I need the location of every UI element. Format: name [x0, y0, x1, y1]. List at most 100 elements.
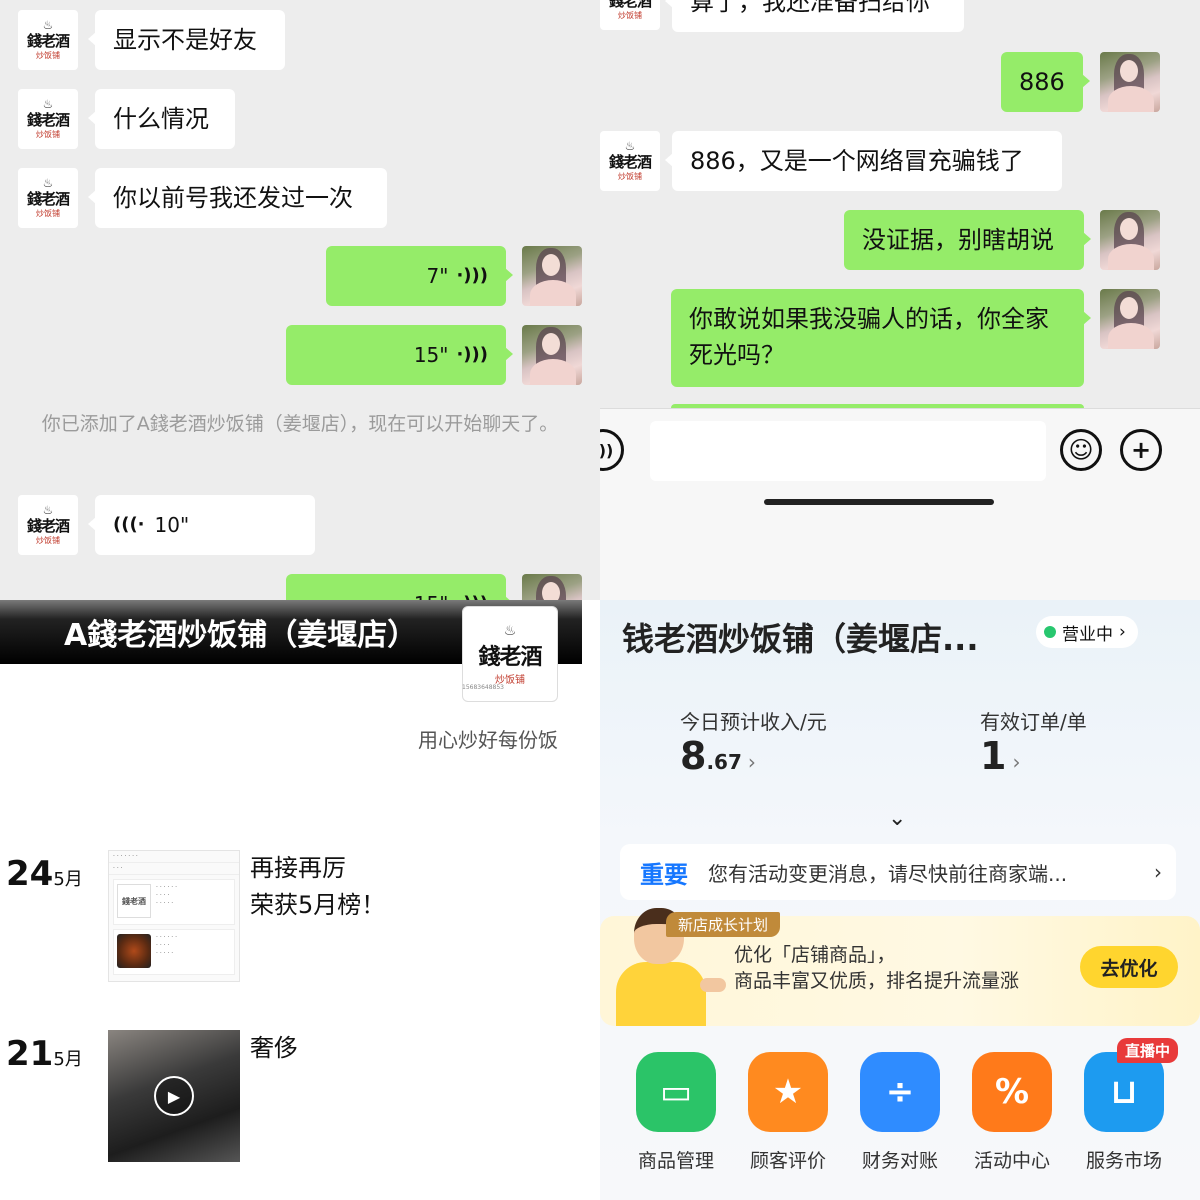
- emoji-button[interactable]: ☺: [1060, 429, 1102, 471]
- avatar-logo-script: 炒饭铺: [36, 209, 60, 218]
- flame-icon: ♨: [624, 139, 636, 153]
- voice-wave-icon: (((·: [113, 514, 145, 535]
- service-label: 活动中心: [973, 1150, 1050, 1172]
- avatar-logo-text: 錢老酒: [26, 517, 70, 535]
- service-market[interactable]: ⊔ 直播中 服务市场: [1074, 1038, 1178, 1173]
- shop-avatar[interactable]: ♨ 錢老酒 炒饭铺: [600, 0, 660, 30]
- avatar-logo-script: 炒饭铺: [618, 172, 642, 181]
- message-text: 886，又是一个网络冒充骗钱了: [690, 147, 1024, 175]
- avatar-logo-script: 炒饭铺: [36, 130, 60, 139]
- plus-icon: +: [1130, 436, 1152, 464]
- chat-bubble-incoming[interactable]: 什么情况: [88, 89, 235, 149]
- message-input[interactable]: [650, 421, 1046, 481]
- post-text[interactable]: 再接再厉 荣获5月榜！: [250, 850, 385, 924]
- profile-phone: 15683648853: [462, 684, 504, 691]
- chat-bubble-incoming[interactable]: 你以前号我还发过一次: [88, 168, 387, 228]
- live-badge: 直播中: [1116, 1038, 1178, 1063]
- shopping-bag-icon: ▭: [636, 1052, 716, 1132]
- avatar-logo-script: 炒饭铺: [36, 536, 60, 545]
- notice-tag: 重要: [640, 860, 688, 889]
- profile-signature: 用心炒好每份饭: [418, 728, 558, 752]
- service-finance[interactable]: ÷ 财务对账: [850, 1052, 950, 1173]
- shop-avatar[interactable]: ♨ 錢老酒 炒饭铺: [18, 495, 78, 555]
- growth-line: 商品丰富又优质，排名提升流量涨: [734, 970, 1020, 992]
- user-avatar[interactable]: [522, 325, 582, 385]
- chat-bubble-outgoing[interactable]: 你敢说如果我没骗人的话，你全家死光吗？: [671, 289, 1091, 387]
- home-indicator[interactable]: [764, 499, 994, 505]
- voice-mode-button[interactable]: ·)): [600, 429, 624, 471]
- shop-avatar[interactable]: ♨ 錢老酒 炒饭铺: [600, 131, 660, 191]
- business-status-pill[interactable]: 营业中 ›: [1036, 616, 1138, 648]
- service-label: 财务对账: [861, 1150, 938, 1172]
- play-icon[interactable]: ▶: [154, 1076, 194, 1116]
- post-day: 21: [6, 1034, 54, 1074]
- voice-message-incoming[interactable]: (((· 10": [88, 495, 315, 555]
- voice-wave-icon: ·))): [456, 265, 488, 286]
- voice-message-outgoing[interactable]: 7" ·))): [326, 246, 513, 306]
- user-avatar[interactable]: [522, 246, 582, 306]
- chat-bubble-outgoing[interactable]: 886: [1001, 52, 1090, 112]
- system-message: 你已添加了A錢老酒炒饭铺（姜堰店），现在可以开始聊天了。: [41, 413, 559, 435]
- shop-avatar[interactable]: ♨ 錢老酒 炒饭铺: [18, 10, 78, 70]
- avatar-logo-text: 錢老酒: [608, 0, 652, 10]
- expand-chevron-icon[interactable]: ⌄: [888, 806, 906, 831]
- message-text: 你以前号我还发过一次: [113, 184, 353, 212]
- basket-icon: ⊔ 直播中: [1084, 1038, 1178, 1132]
- post-month: 5月: [53, 1049, 83, 1070]
- status-text: 营业中: [1062, 624, 1113, 645]
- voice-message-outgoing[interactable]: 15" ·))): [286, 325, 513, 385]
- growth-plan-banner[interactable]: 新店成长计划 优化「店铺商品」， 商品丰富又优质，排名提升流量涨 去优化: [600, 908, 1200, 1026]
- avatar-logo-text: 錢老酒: [478, 643, 542, 670]
- post-day: 24: [6, 854, 54, 894]
- post-text-line: 奢侈: [250, 1034, 298, 1062]
- important-notice[interactable]: 重要 您有活动变更消息，请尽快前往商家端... ›: [620, 844, 1176, 900]
- discount-ticket-icon: %: [972, 1052, 1052, 1132]
- message-text: 算了，我还准备扫给你: [690, 0, 930, 16]
- orders-label: 有效订单/单: [980, 710, 1087, 734]
- user-avatar[interactable]: [522, 574, 582, 600]
- user-avatar[interactable]: [1100, 52, 1160, 112]
- chat-bubble-outgoing[interactable]: 没证据，别瞎胡说: [844, 210, 1091, 270]
- service-activity-center[interactable]: % 活动中心: [962, 1052, 1062, 1173]
- moments-screen: A錢老酒炒饭铺（姜堰店） ♨ 錢老酒 炒饭铺 15683648853 用心炒好每…: [0, 600, 600, 1200]
- avatar-logo-text: 錢老酒: [26, 190, 70, 208]
- user-avatar[interactable]: [1100, 289, 1160, 349]
- voice-duration: 10": [154, 513, 190, 537]
- message-text: 你敢说如果我没骗人的话，你全家死光吗？: [689, 305, 1049, 369]
- service-label: 商品管理: [637, 1150, 714, 1172]
- post-video-thumbnail[interactable]: ▶: [108, 1030, 240, 1162]
- flame-icon: ♨: [42, 176, 54, 190]
- avatar-logo-text: 錢老酒: [608, 153, 652, 171]
- post-date: 245月: [6, 854, 83, 894]
- income-value[interactable]: 8.67 ›: [680, 734, 756, 778]
- flame-icon: ♨: [42, 18, 54, 32]
- chat-bubble-incoming[interactable]: 算了，我还准备扫给你: [665, 0, 964, 32]
- chat-bubble-incoming[interactable]: 886，又是一个网络冒充骗钱了: [665, 131, 1062, 191]
- chat-bubble-incoming[interactable]: 显示不是好友: [88, 10, 285, 70]
- shop-avatar[interactable]: ♨ 錢老酒 炒饭铺: [18, 89, 78, 149]
- more-button[interactable]: +: [1120, 429, 1162, 471]
- message-text: 显示不是好友: [113, 26, 257, 54]
- orders-value[interactable]: 1 ›: [980, 734, 1020, 778]
- shop-avatar[interactable]: ♨ 錢老酒 炒饭铺: [18, 168, 78, 228]
- service-customer-reviews[interactable]: ★ 顾客评价: [738, 1052, 838, 1173]
- notice-text: 您有活动变更消息，请尽快前往商家端...: [708, 861, 1068, 886]
- post-text[interactable]: 奢侈: [250, 1030, 298, 1067]
- post-image[interactable]: · · · · · · · · · · 錢老酒 · · · · · · · · · …: [108, 850, 240, 982]
- income-label: 今日预计收入/元: [680, 710, 827, 734]
- growth-line: 优化「店铺商品」，: [734, 944, 896, 966]
- chat-screen-left: ♨ 錢老酒 炒饭铺 显示不是好友 ♨ 錢老酒 炒饭铺 什么情况 ♨ 錢老酒 炒饭…: [0, 0, 600, 600]
- flame-icon: ♨: [42, 503, 54, 517]
- voice-duration: 15": [413, 343, 449, 367]
- income-integer: 8: [680, 734, 707, 778]
- chat-screen-right: ♨ 錢老酒 炒饭铺 算了，我还准备扫给你 886 ♨ 錢老酒 炒饭铺 886，又…: [600, 0, 1200, 600]
- service-product-management[interactable]: ▭ 商品管理: [626, 1052, 726, 1173]
- voice-wave-icon: ·))): [456, 344, 488, 365]
- post-text-line: 再接再厉: [250, 854, 346, 882]
- shop-name[interactable]: 钱老酒炒饭铺（姜堰店...: [622, 614, 978, 660]
- avatar-logo-text: 錢老酒: [26, 32, 70, 50]
- user-avatar[interactable]: [1100, 210, 1160, 270]
- optimize-button[interactable]: 去优化: [1080, 946, 1178, 988]
- voice-message-outgoing[interactable]: 15" ·))): [286, 574, 513, 600]
- chevron-right-icon: ›: [1154, 860, 1162, 884]
